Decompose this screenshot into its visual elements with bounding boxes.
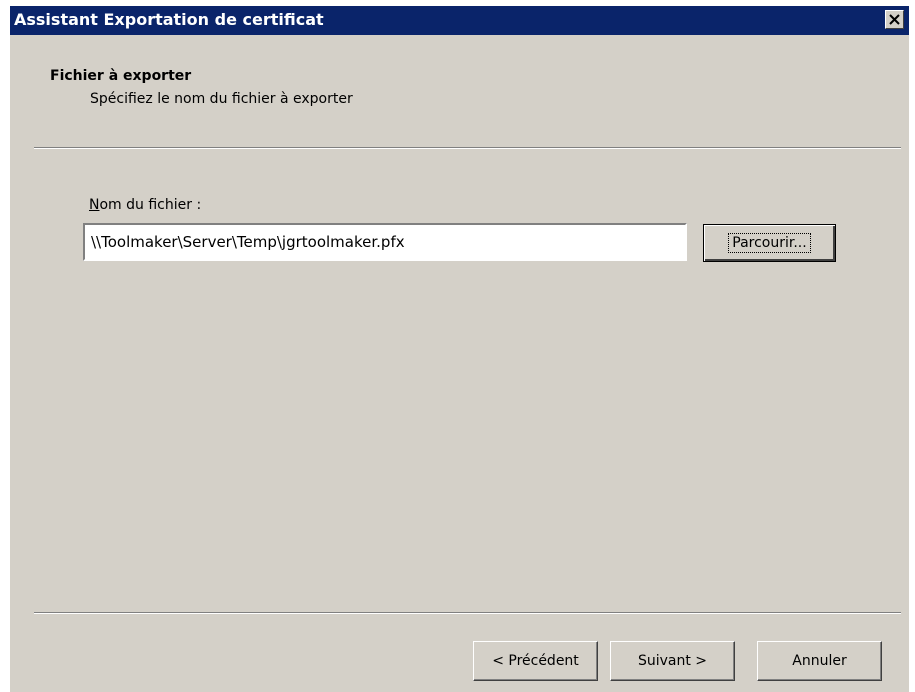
page-title: Fichier à exporter (50, 68, 192, 84)
page-subtitle: Spécifiez le nom du fichier à exporter (90, 91, 353, 107)
cancel-button[interactable]: Annuler (757, 641, 882, 681)
filename-label-text: om du fichier : (99, 197, 202, 213)
filename-input[interactable] (83, 223, 687, 261)
title-bar[interactable]: Assistant Exportation de certificat (10, 6, 909, 35)
filename-label: Nom du fichier : (89, 197, 201, 213)
window-title: Assistant Exportation de certificat (14, 10, 324, 29)
filename-label-accelerator: N (89, 197, 100, 213)
previous-button[interactable]: < Précédent (473, 641, 598, 681)
footer-divider (34, 612, 901, 614)
browse-button-label: Parcourir... (728, 233, 811, 253)
browse-button[interactable]: Parcourir... (703, 224, 836, 262)
header-divider (34, 147, 901, 149)
close-icon (889, 14, 900, 25)
wizard-dialog: Assistant Exportation de certificat Fich… (10, 6, 909, 692)
close-button[interactable] (885, 10, 904, 29)
next-button[interactable]: Suivant > (610, 641, 735, 681)
